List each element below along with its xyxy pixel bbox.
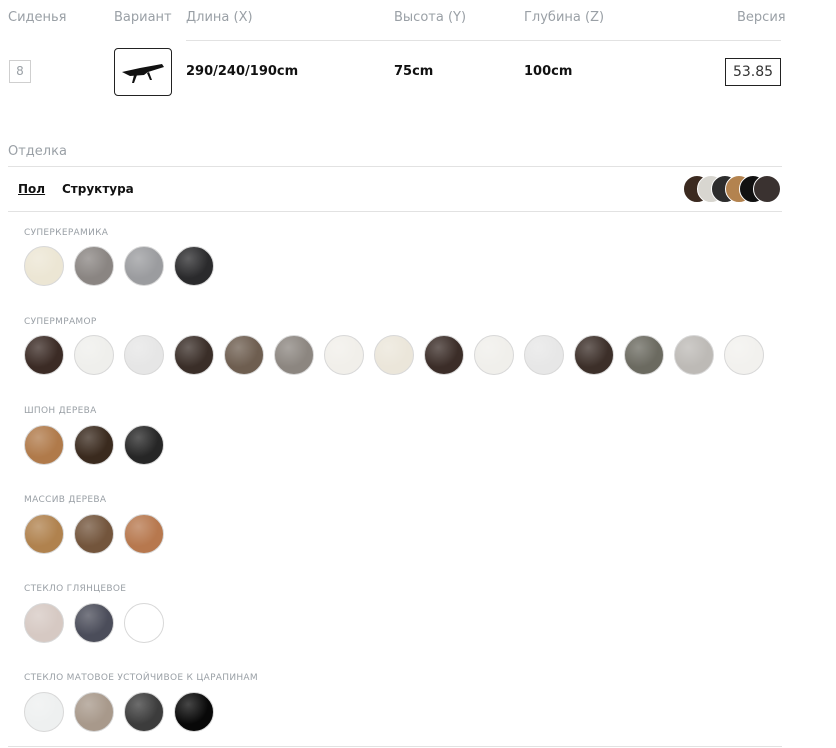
length-value: 290/240/190cm (186, 64, 299, 79)
category-title: СУПЕРКЕРАМИКА (24, 228, 109, 238)
category-title: СТЕКЛО МАТОВОЕ УСТОЙЧИВОЕ К ЦАРАПИНАМ (24, 673, 258, 683)
finish-swatch[interactable] (524, 335, 564, 375)
finish-swatch[interactable] (74, 692, 114, 732)
depth-value: 100cm (524, 64, 573, 79)
tab-floor[interactable]: Пол (18, 182, 45, 196)
finish-swatch[interactable] (24, 514, 64, 554)
finish-swatch[interactable] (724, 335, 764, 375)
tab-structure[interactable]: Структура (62, 182, 134, 196)
category-title: СУПЕРМРАМОР (24, 317, 97, 327)
header-length: Длина (X) (186, 10, 253, 25)
selected-finish-preview[interactable] (683, 175, 783, 203)
finish-swatch[interactable] (574, 335, 614, 375)
finish-swatch[interactable] (124, 425, 164, 465)
finish-swatch[interactable] (74, 335, 114, 375)
header-divider (186, 40, 781, 41)
finish-swatch[interactable] (424, 335, 464, 375)
finish-swatch[interactable] (74, 246, 114, 286)
finish-swatch[interactable] (24, 603, 64, 643)
finish-swatch[interactable] (74, 514, 114, 554)
category-title: СТЕКЛО ГЛЯНЦЕВОЕ (24, 584, 127, 594)
height-value: 75cm (394, 64, 434, 79)
header-seats: Сиденья (8, 10, 67, 25)
finish-swatch[interactable] (174, 335, 214, 375)
finish-swatch[interactable] (674, 335, 714, 375)
table-icon (122, 64, 164, 83)
finish-swatch[interactable] (474, 335, 514, 375)
bottom-divider (8, 746, 782, 747)
finish-swatch[interactable] (124, 335, 164, 375)
finish-swatch[interactable] (124, 514, 164, 554)
finish-divider-bottom (8, 211, 782, 212)
header-height: Высота (Y) (394, 10, 467, 25)
finish-swatch[interactable] (24, 335, 64, 375)
seats-value-box[interactable]: 8 (9, 60, 31, 83)
finish-swatch[interactable] (624, 335, 664, 375)
header-variant: Вариант (114, 10, 172, 25)
finish-swatch[interactable] (324, 335, 364, 375)
finish-swatch[interactable] (174, 692, 214, 732)
variant-button[interactable] (114, 48, 172, 96)
category-title: ШПОН ДЕРЕВА (24, 406, 97, 416)
finish-swatch[interactable] (274, 335, 314, 375)
header-depth: Глубина (Z) (524, 10, 605, 25)
selected-finish-swatch (753, 175, 781, 203)
finish-divider-top (8, 166, 782, 167)
finish-swatch[interactable] (24, 425, 64, 465)
version-select[interactable]: 53.85 (725, 58, 781, 86)
header-version: Версия (737, 10, 786, 25)
finish-swatch[interactable] (124, 246, 164, 286)
finish-swatch[interactable] (74, 425, 114, 465)
finish-swatch[interactable] (124, 692, 164, 732)
finish-label: Отделка (8, 144, 67, 159)
finish-swatch[interactable] (224, 335, 264, 375)
finish-swatch[interactable] (24, 246, 64, 286)
finish-swatch[interactable] (124, 603, 164, 643)
finish-swatch[interactable] (74, 603, 114, 643)
finish-swatch[interactable] (174, 246, 214, 286)
finish-swatch[interactable] (24, 692, 64, 732)
category-title: МАССИВ ДЕРЕВА (24, 495, 107, 505)
finish-swatch[interactable] (374, 335, 414, 375)
